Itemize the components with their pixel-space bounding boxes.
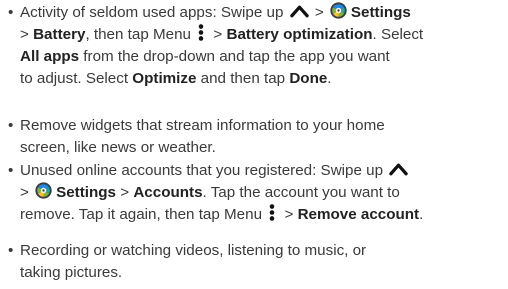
bullet-item-online-accounts: • Unused online accounts that you regist…	[8, 160, 504, 226]
text-line: Remove widgets that stream information t…	[20, 115, 504, 137]
text-segment: .	[327, 70, 332, 87]
text-line: > Battery, then tap Menu > Battery optim…	[20, 24, 504, 46]
text-segment: >	[209, 26, 227, 43]
settings-gear-icon	[330, 2, 347, 20]
text-line: taking pictures.	[20, 262, 504, 284]
text-segment: >	[116, 184, 134, 201]
bullet-marker: •	[8, 242, 14, 259]
bullet-item-battery-optimization: • Activity of seldom used apps: Swipe up…	[8, 2, 504, 90]
bullet-text: Recording or watching videos, listening …	[8, 240, 504, 284]
bold-term: Settings	[56, 184, 117, 201]
text-segment: and then tap	[196, 70, 290, 87]
text-line: to adjust. Select Optimize and then tap …	[20, 68, 504, 90]
bold-term: Battery optimization	[226, 26, 373, 43]
bullet-item-recording: • Recording or watching videos, listenin…	[8, 240, 504, 284]
bold-term: Optimize	[132, 70, 197, 87]
text-segment: taking pictures.	[20, 264, 123, 281]
text-line: > Settings > Accounts. Tap the account y…	[20, 182, 504, 204]
settings-gear-icon	[35, 182, 52, 200]
bold-term: Done	[289, 70, 328, 87]
text-segment: Remove widgets that stream information t…	[20, 117, 385, 134]
text-segment: screen, like news or weather.	[20, 139, 216, 156]
text-segment: >	[20, 26, 34, 43]
bullet-text: Activity of seldom used apps: Swipe up >…	[8, 2, 504, 90]
chevron-up-icon	[289, 5, 309, 18]
menu-vertical-dots-icon	[198, 24, 204, 42]
bullet-item-widgets: • Remove widgets that stream information…	[8, 115, 504, 159]
text-segment: >	[310, 4, 328, 21]
text-segment: .	[419, 206, 424, 223]
text-segment: Activity of seldom used apps: Swipe up	[20, 4, 288, 21]
document-page: • Activity of seldom used apps: Swipe up…	[0, 0, 508, 289]
text-line: Activity of seldom used apps: Swipe up >…	[20, 2, 504, 24]
bold-term: All apps	[20, 48, 80, 65]
text-line: All apps from the drop-down and tap the …	[20, 46, 504, 68]
bold-term: Settings	[350, 4, 411, 21]
chevron-up-icon	[389, 163, 408, 176]
text-segment: to adjust. Select	[20, 70, 133, 87]
bullet-marker: •	[8, 4, 14, 21]
text-line: screen, like news or weather.	[20, 137, 504, 159]
text-segment: . Tap the account you want to	[202, 184, 400, 201]
bullet-marker: •	[8, 162, 14, 179]
text-segment: remove. Tap it again, then tap Menu	[20, 206, 267, 223]
text-segment: >	[280, 206, 298, 223]
text-segment: Unused online accounts that you register…	[20, 162, 388, 179]
bold-term: Accounts	[133, 184, 203, 201]
text-segment: >	[20, 184, 34, 201]
bullet-text: Unused online accounts that you register…	[8, 160, 504, 226]
text-segment: Recording or watching videos, listening …	[20, 242, 367, 259]
text-segment: from the drop-down and tap the app you w…	[79, 48, 390, 65]
bullet-text: Remove widgets that stream information t…	[8, 115, 504, 159]
text-line: Unused online accounts that you register…	[20, 160, 504, 182]
text-line: Recording or watching videos, listening …	[20, 240, 504, 262]
text-segment: . Select	[372, 26, 424, 43]
text-segment: , then tap Menu	[85, 26, 196, 43]
menu-vertical-dots-icon	[269, 204, 275, 222]
text-line: remove. Tap it again, then tap Menu > Re…	[20, 204, 504, 226]
bold-term: Battery	[33, 26, 86, 43]
bold-term: Remove account	[297, 206, 420, 223]
bullet-marker: •	[8, 117, 14, 134]
